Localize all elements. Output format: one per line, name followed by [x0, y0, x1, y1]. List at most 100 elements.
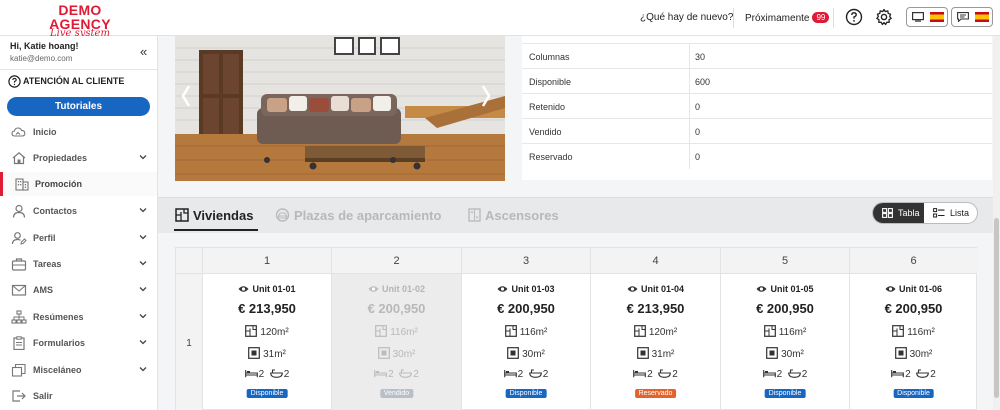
sidebar-item-label: Inicio: [33, 127, 57, 137]
terrace-icon: [766, 347, 778, 359]
unit-cell[interactable]: Unit 01-06 € 200,950 116m² 30m² 2 2 Disponibl…: [850, 274, 977, 410]
bath-icon: [658, 369, 672, 378]
customer-service-label: ATENCIÓN AL CLIENTE: [23, 76, 125, 86]
unit-rooms: 2 2: [332, 369, 461, 380]
unit-beds-value: 2: [388, 369, 394, 380]
agency-logo[interactable]: DEMO AGENCY Live system: [28, 3, 132, 39]
sidebar-item-label: Perfil: [33, 233, 56, 243]
sidebar-item-resumenes[interactable]: Resúmenes: [0, 305, 157, 329]
unit-name-label: Unit 01-06: [898, 284, 942, 294]
sidebar-item-formularios[interactable]: Formularios: [0, 331, 157, 355]
sidebar-item-label: Propiedades: [33, 153, 88, 163]
divider: [689, 69, 690, 94]
sidebar-item-contactos[interactable]: Contactos: [0, 199, 157, 223]
unit-status-badge: Disponible: [246, 389, 288, 398]
unit-area: 120m²: [591, 325, 720, 338]
tab-plazas-aparcamiento[interactable]: Plazas de aparcamiento: [275, 208, 441, 223]
divider: [833, 8, 834, 28]
scrollbar-thumb[interactable]: [994, 218, 999, 398]
tab-ascensores[interactable]: Ascensores: [468, 208, 559, 223]
unit-baths-value: 2: [283, 369, 290, 380]
content-language-selector[interactable]: [951, 7, 993, 27]
unit-name[interactable]: Unit 01-06: [850, 284, 977, 294]
detail-key: Retenido: [529, 102, 566, 112]
unit-terrace-value: 30m²: [392, 349, 416, 360]
unit-price: € 200,950: [497, 301, 555, 316]
floorplan-icon: [175, 208, 189, 222]
terrace-icon: [248, 347, 260, 359]
clipboard-icon: [13, 336, 25, 350]
sidebar-item-label: Misceláneo: [33, 365, 82, 375]
grid-icon: [882, 208, 893, 218]
tab-viviendas[interactable]: Viviendas: [175, 208, 253, 223]
unit-cell[interactable]: Unit 01-01 € 213,950 120m² 31m² 2 2 Disponibl…: [203, 274, 332, 410]
sidebar-item-promocion[interactable]: Promoción: [0, 172, 157, 196]
unit-baths-value: 2: [672, 369, 678, 380]
unit-name[interactable]: Unit 01-02: [332, 284, 461, 294]
collapse-sidebar-icon[interactable]: «: [140, 44, 147, 59]
sidebar: Hi, Katie hoang! katie@demo.com « ATENCI…: [0, 36, 158, 410]
monitor-icon: [912, 12, 924, 22]
column-header: 2: [332, 248, 462, 274]
unit-area-value: 116m²: [778, 327, 807, 338]
unit-terrace: 30m²: [462, 347, 590, 360]
sidebar-item-miscelaneo[interactable]: Misceláneo: [0, 358, 157, 382]
tutorials-button[interactable]: Tutoriales: [7, 97, 150, 116]
eye-icon: [368, 286, 379, 292]
unit-price: € 200,950: [756, 301, 814, 316]
unit-name[interactable]: Unit 01-05: [721, 284, 849, 294]
unit-area-value: 116m²: [519, 327, 548, 338]
chevron-down-icon: [139, 235, 147, 240]
layers-icon: [11, 363, 26, 377]
unit-status-badge: Disponible: [893, 389, 934, 398]
chevron-down-icon: [139, 208, 147, 213]
detail-value: 0: [695, 127, 701, 137]
upcoming-label: Próximamente: [745, 13, 810, 24]
gear-icon[interactable]: [875, 8, 893, 26]
terrace-icon: [636, 347, 649, 359]
unit-area: 116m²: [850, 325, 977, 338]
terrace-icon: [377, 347, 390, 359]
unit-name-label: Unit 01-04: [640, 284, 684, 294]
unit-cell[interactable]: Unit 01-05 € 200,950 116m² 30m² 2 2 Disponibl…: [721, 274, 850, 410]
customer-service-link[interactable]: ATENCIÓN AL CLIENTE: [8, 75, 124, 88]
spain-flag-icon: [930, 12, 944, 22]
property-photo-carousel[interactable]: [175, 36, 505, 181]
divider: [733, 8, 734, 28]
unit-beds-value: 2: [905, 369, 911, 380]
top-bar: DEMO AGENCY Live system ¿Qué hay de nuev…: [0, 0, 1000, 39]
unit-rooms: 2 2: [591, 369, 720, 380]
parking-icon: [275, 208, 290, 222]
question-circle-icon[interactable]: [845, 8, 863, 26]
unit-cell[interactable]: Unit 01-02 € 200,950 116m² 30m² 2 2 Vendido: [332, 274, 462, 410]
sidebar-item-tareas[interactable]: Tareas: [0, 252, 157, 276]
sidebar-item-inicio[interactable]: Inicio: [0, 120, 157, 144]
sidebar-item-salir[interactable]: Salir: [0, 384, 157, 408]
unit-name[interactable]: Unit 01-03: [462, 284, 590, 294]
unit-area: 116m²: [721, 325, 849, 338]
interface-language-selector[interactable]: [906, 7, 948, 27]
chevron-down-icon: [139, 367, 147, 372]
sidebar-item-ams[interactable]: AMS: [0, 278, 157, 302]
unit-cell[interactable]: Unit 01-03 € 200,950 116m² 30m² 2 2 Disponibl…: [462, 274, 591, 410]
mail-icon: [11, 284, 27, 296]
whats-new-link[interactable]: ¿Qué hay de nuevo?: [640, 12, 733, 23]
unit-cell[interactable]: Unit 01-04 € 213,950 120m² 31m² 2 2 Reservado: [591, 274, 721, 410]
sidebar-item-propiedades[interactable]: Propiedades: [0, 146, 157, 170]
page-scrollbar[interactable]: [993, 36, 1000, 410]
sidebar-item-perfil[interactable]: Perfil: [0, 226, 157, 250]
unit-name[interactable]: Unit 01-01: [203, 284, 331, 294]
detail-row: Retenido 0: [522, 93, 992, 119]
upcoming-link[interactable]: Próximamente 99: [745, 12, 830, 24]
unit-area-value: 116m²: [390, 327, 418, 338]
column-header: 3: [462, 248, 591, 274]
view-toggle: Tabla Lista: [872, 202, 978, 224]
chevron-down-icon: [139, 261, 147, 266]
bed-icon: [244, 370, 258, 378]
table-view-button[interactable]: Tabla: [873, 203, 924, 223]
list-view-button[interactable]: Lista: [924, 203, 977, 223]
eye-icon: [627, 286, 638, 292]
unit-name[interactable]: Unit 01-04: [591, 284, 720, 294]
unit-name-label: Unit 01-03: [511, 284, 555, 294]
floorplan-icon: [633, 325, 646, 337]
